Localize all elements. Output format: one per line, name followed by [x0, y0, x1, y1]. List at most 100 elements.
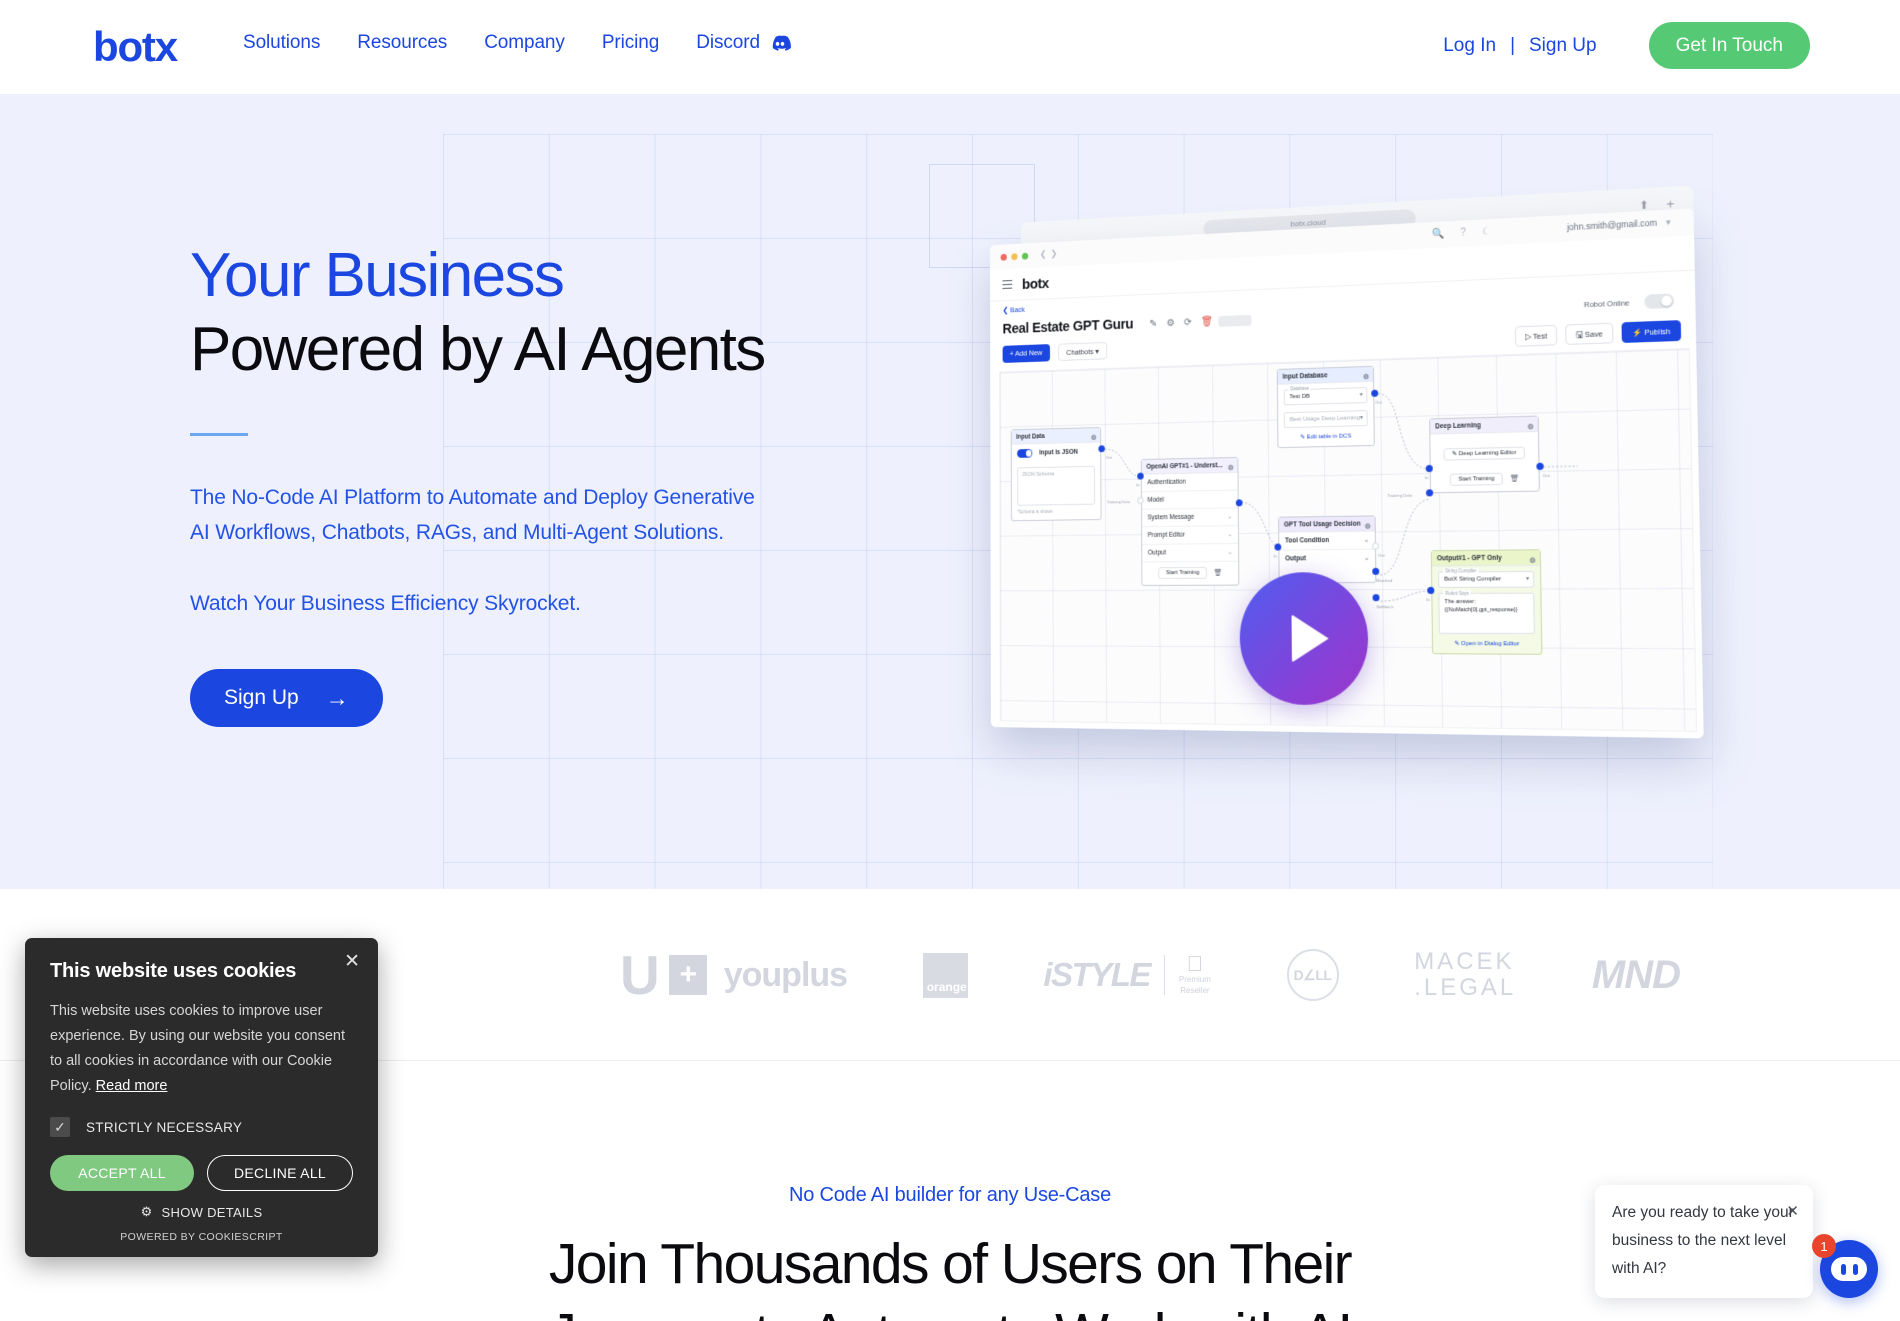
port-tool-out[interactable]: [1371, 542, 1379, 550]
cookie-read-more-link[interactable]: Read more: [96, 1078, 168, 1094]
hero-signup-button[interactable]: Sign Up →: [190, 669, 383, 727]
best-usage-select[interactable]: Best Usage Deep Learning ▾: [1283, 410, 1368, 429]
delete-icon[interactable]: 🗑: [1201, 316, 1213, 327]
show-details-button[interactable]: ⚙ SHOW DETAILS: [50, 1204, 353, 1220]
open-dialog-editor-label: Open in Dialog Editor: [1461, 641, 1520, 648]
deep-learning-editor-button[interactable]: ✎ Deep Learning Editor: [1443, 446, 1525, 461]
strictly-necessary-checkbox[interactable]: ✓: [50, 1117, 70, 1137]
port-deeplearning-training[interactable]: [1426, 489, 1434, 497]
app-body: ❮ Back Real Estate GPT Guru ✎ ⚙ ⟳ 🗑 Robo…: [990, 270, 1704, 739]
input-is-json-toggle[interactable]: [1017, 448, 1033, 458]
nav-item-discord[interactable]: Discord: [696, 32, 791, 54]
settings-icon[interactable]: ⚙: [1166, 318, 1174, 329]
nav-item-resources[interactable]: Resources: [357, 32, 447, 54]
gear-icon[interactable]: ⚙: [1363, 370, 1369, 385]
port-tool-matched[interactable]: [1372, 567, 1380, 575]
node-input-database-header: Input Database ⚙: [1277, 366, 1374, 385]
node-row-system-message[interactable]: System Message ⌄: [1142, 508, 1238, 528]
start-training-button[interactable]: Start Training: [1450, 472, 1503, 486]
cookie-strictly-necessary-row[interactable]: ✓ STRICTLY NECESSARY: [50, 1117, 353, 1137]
node-row-tool-condition[interactable]: Tool Condition ⌄: [1279, 531, 1375, 551]
project-tag-chip: [1218, 314, 1252, 327]
node-deep-learning-footer: Start Training 🗑: [1437, 472, 1533, 486]
nav-item-company[interactable]: Company: [484, 32, 565, 54]
test-button[interactable]: ▷ Test: [1514, 324, 1558, 347]
hero-signup-label: Sign Up: [224, 686, 299, 709]
publish-button[interactable]: ⚡ Publish: [1621, 320, 1682, 343]
chevron-down-icon: ⌄: [1364, 555, 1370, 562]
test-label: Test: [1532, 331, 1548, 342]
port-deeplearning-out[interactable]: [1536, 462, 1544, 471]
port-gpt-out[interactable]: [1235, 499, 1243, 507]
start-training-button[interactable]: Start Training: [1158, 566, 1207, 580]
string-compiler-select[interactable]: String Compiler BotX String Compiler ▾: [1438, 568, 1535, 588]
open-dialog-editor-link[interactable]: ✎ Open in Dialog Editor: [1433, 634, 1541, 654]
auth-separator: |: [1510, 34, 1515, 56]
save-button[interactable]: 🖫 Save: [1565, 322, 1614, 345]
chevron-down-icon: ▾: [1525, 576, 1529, 583]
close-icon[interactable]: ✕: [344, 952, 360, 971]
hero-heading-line1: Your Business: [190, 241, 565, 310]
node-row-model[interactable]: Model: [1141, 490, 1238, 510]
header-actions: Log In | Sign Up Get In Touch: [1443, 22, 1810, 69]
nav-item-pricing[interactable]: Pricing: [602, 32, 659, 54]
port-label-training-data: Training Data: [1106, 499, 1130, 505]
play-video-button[interactable]: [1239, 571, 1369, 706]
gear-icon[interactable]: ⚙: [1529, 553, 1536, 569]
node-deep-learning[interactable]: Deep Learning ⚙ ✎ Deep Learning Editor S…: [1429, 415, 1540, 494]
delete-icon[interactable]: 🗑: [1213, 569, 1221, 577]
hamburger-menu-icon[interactable]: [1002, 280, 1013, 289]
site-header: botx Solutions Resources Company Pricing…: [0, 0, 1900, 94]
node-row-authentication[interactable]: Authentication: [1141, 472, 1238, 493]
node-openai-gpt-title: OpenAI GPT#1 - Underst...: [1146, 462, 1223, 471]
chatbots-dropdown[interactable]: Chatbots ▾: [1058, 341, 1108, 361]
close-icon[interactable]: ✕: [1786, 1198, 1799, 1226]
back-link[interactable]: ❮ Back: [1003, 305, 1025, 315]
port-tool-in[interactable]: [1274, 543, 1282, 551]
node-row-output[interactable]: Output ⌄: [1142, 543, 1239, 563]
node-output-gpt-only[interactable]: Output#1 - GPT Only ⚙ String Compiler Bo…: [1430, 549, 1543, 655]
search-icon[interactable]: 🔍: [1432, 228, 1445, 240]
account-email[interactable]: john.smith@gmail.com ▾: [1567, 217, 1671, 234]
robot-online-toggle[interactable]: [1644, 293, 1675, 310]
node-row-prompt-editor[interactable]: Prompt Editor ⌄: [1142, 526, 1239, 545]
accept-all-button[interactable]: ACCEPT ALL: [50, 1155, 194, 1191]
delete-icon[interactable]: 🗑: [1510, 474, 1519, 482]
node-openai-gpt[interactable]: OpenAI GPT#1 - Underst... ⚙ Authenticati…: [1140, 456, 1240, 586]
refresh-icon[interactable]: ⟳: [1184, 317, 1192, 328]
node-input-database[interactable]: Input Database ⚙ Database Test DB ▾ Best…: [1276, 365, 1375, 449]
decline-all-button[interactable]: DECLINE ALL: [207, 1155, 353, 1191]
port-database-out[interactable]: [1371, 389, 1379, 397]
robot-says-textarea[interactable]: Robot Says The answer: {{NoMatch[0].gpt_…: [1438, 589, 1535, 635]
node-input-data-toggle-row[interactable]: Input is JSON: [1012, 443, 1101, 463]
login-link[interactable]: Log In: [1443, 35, 1496, 57]
edit-icon[interactable]: ✎: [1149, 319, 1157, 330]
theme-toggle-icon[interactable]: ☾: [1482, 226, 1491, 238]
port-tool-nomatch[interactable]: [1372, 594, 1380, 602]
signup-link[interactable]: Sign Up: [1529, 35, 1597, 57]
node-row-system-message-label: System Message: [1147, 513, 1195, 522]
port-input-data-out[interactable]: [1098, 445, 1105, 453]
database-select[interactable]: Database Test DB ▾: [1283, 385, 1368, 406]
edit-table-link[interactable]: ✎ Edit table in DCS: [1278, 426, 1374, 447]
chevron-down-icon: ▾: [1359, 415, 1363, 422]
apple-sub-line1: Premium: [1179, 975, 1211, 984]
discord-icon: [769, 35, 791, 52]
port-output-in[interactable]: [1427, 586, 1435, 594]
istyle-wordmark: iSTYLE: [1043, 956, 1151, 993]
port-deeplearning-in[interactable]: [1425, 464, 1433, 473]
json-schema-input[interactable]: JSON Schema: [1017, 465, 1096, 506]
gear-icon[interactable]: ⚙: [1527, 420, 1534, 436]
add-new-button[interactable]: + Add New: [1002, 344, 1050, 363]
nav-item-solutions[interactable]: Solutions: [243, 32, 320, 54]
site-logo[interactable]: botx: [93, 20, 178, 74]
hero-copy: Your Business Powered by AI Agents The N…: [190, 237, 910, 727]
node-input-data[interactable]: Input Data ⚙ Input is JSON JSON Schema *…: [1010, 427, 1102, 521]
get-in-touch-button[interactable]: Get In Touch: [1648, 22, 1810, 69]
hero-heading-line2: Powered by AI Agents: [190, 315, 766, 384]
help-icon[interactable]: ?: [1460, 227, 1466, 238]
port-gpt-training[interactable]: [1137, 496, 1144, 504]
string-compiler-value: BotX String Compiler: [1444, 576, 1502, 583]
hero-divider-rule: [190, 433, 248, 436]
workflow-canvas[interactable]: Input Data ⚙ Input is JSON JSON Schema *…: [999, 347, 1698, 732]
